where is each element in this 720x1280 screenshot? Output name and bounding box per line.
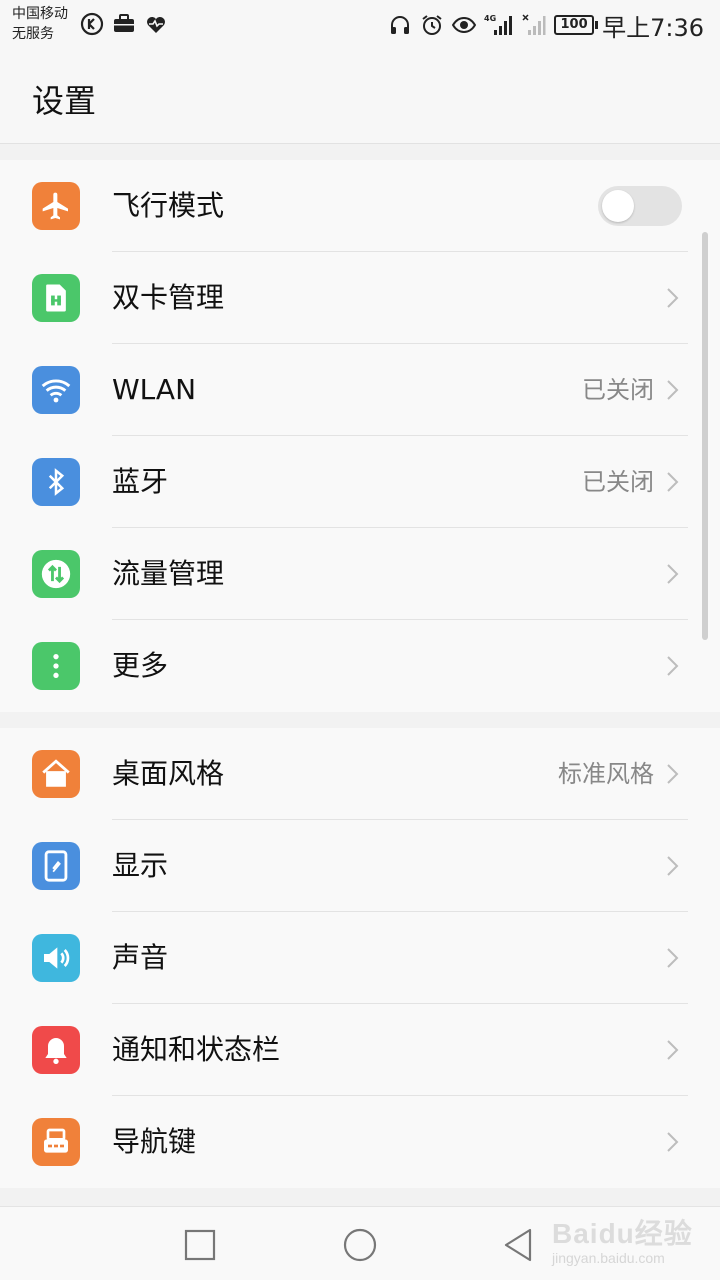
status-bar: 中国移动 无服务 4G 100 早上7:36 [0, 0, 720, 50]
status-right-icons: 4G 100 早上7:36 [388, 8, 704, 42]
setting-label: 流量管理 [112, 557, 225, 590]
more-vertical-icon [32, 642, 80, 690]
chevron-right-icon [667, 564, 679, 584]
chevron-right-icon [667, 472, 679, 492]
setting-navigation-keys[interactable]: 导航键 [0, 1096, 720, 1188]
setting-value: 标准风格 [558, 760, 654, 788]
carrier-name: 中国移动 [12, 6, 68, 22]
back-button[interactable] [498, 1225, 538, 1265]
settings-group-connectivity: 飞行模式 双卡管理 WLAN 已关闭 蓝牙 已关闭 流量管理 更多 [0, 160, 720, 712]
setting-bluetooth[interactable]: 蓝牙 已关闭 [0, 436, 720, 528]
chevron-right-icon [667, 1132, 679, 1152]
setting-label: 通知和状态栏 [112, 1033, 281, 1066]
alarm-icon [422, 15, 442, 35]
watermark: Baidu经验 jingyan.baidu.com [552, 1212, 708, 1272]
k-icon [80, 12, 104, 36]
watermark-logo: Baidu经验 [552, 1218, 693, 1249]
chevron-right-icon [667, 1040, 679, 1060]
airplane-icon [32, 182, 80, 230]
setting-data-usage[interactable]: 流量管理 [0, 528, 720, 620]
watermark-url: jingyan.baidu.com [552, 1250, 665, 1266]
navigation-keys-icon [32, 1118, 80, 1166]
bluetooth-icon [32, 458, 80, 506]
setting-label: 更多 [112, 649, 169, 682]
headset-icon [391, 16, 410, 34]
svg-text:4G: 4G [484, 14, 496, 23]
eye-icon [452, 16, 477, 34]
bell-icon [32, 1026, 80, 1074]
setting-value: 已关闭 [582, 376, 654, 404]
data-usage-icon [32, 550, 80, 598]
clock: 早上7:36 [602, 13, 704, 42]
setting-label: 蓝牙 [112, 465, 169, 498]
briefcase-icon [114, 14, 134, 32]
app-header: 设置 [0, 50, 720, 144]
setting-airplane-mode[interactable]: 飞行模式 [0, 160, 720, 252]
page-title: 设置 [32, 82, 97, 120]
setting-label: WLAN [112, 373, 197, 406]
signal-icon: 4G [484, 14, 513, 35]
chevron-right-icon [667, 764, 679, 784]
setting-home-screen-style[interactable]: 桌面风格 标准风格 [0, 728, 720, 820]
setting-label: 桌面风格 [112, 757, 225, 790]
carrier-info: 中国移动 无服务 [12, 4, 82, 44]
sim-card-icon [32, 274, 80, 322]
setting-label: 飞行模式 [112, 189, 225, 222]
status-left-icons [80, 12, 168, 36]
home-icon [32, 750, 80, 798]
setting-wlan[interactable]: WLAN 已关闭 [0, 344, 720, 436]
setting-dual-sim[interactable]: 双卡管理 [0, 252, 720, 344]
airplane-mode-toggle[interactable] [598, 186, 682, 226]
chevron-right-icon [667, 380, 679, 400]
setting-value: 已关闭 [582, 468, 654, 496]
battery-icon: 100 [554, 15, 599, 35]
service-status: 无服务 [12, 26, 54, 42]
chevron-right-icon [667, 656, 679, 676]
setting-more[interactable]: 更多 [0, 620, 720, 712]
chevron-right-icon [667, 948, 679, 968]
toggle-knob [602, 190, 634, 222]
scrollbar[interactable] [702, 232, 708, 640]
signal-none-icon [522, 14, 546, 35]
chevron-right-icon [667, 288, 679, 308]
recent-apps-button[interactable] [180, 1225, 220, 1265]
setting-label: 导航键 [112, 1125, 197, 1158]
setting-notifications[interactable]: 通知和状态栏 [0, 1004, 720, 1096]
setting-label: 双卡管理 [112, 281, 225, 314]
display-icon [32, 842, 80, 890]
setting-sound[interactable]: 声音 [0, 912, 720, 1004]
wifi-icon [32, 366, 80, 414]
chevron-right-icon [667, 856, 679, 876]
sound-icon [32, 934, 80, 982]
setting-label: 声音 [112, 941, 169, 974]
setting-label: 显示 [112, 849, 169, 882]
setting-display[interactable]: 显示 [0, 820, 720, 912]
home-button[interactable] [340, 1225, 380, 1265]
settings-group-device: 桌面风格 标准风格 显示 声音 通知和状态栏 导航键 [0, 728, 720, 1188]
heart-rate-icon [147, 17, 165, 33]
